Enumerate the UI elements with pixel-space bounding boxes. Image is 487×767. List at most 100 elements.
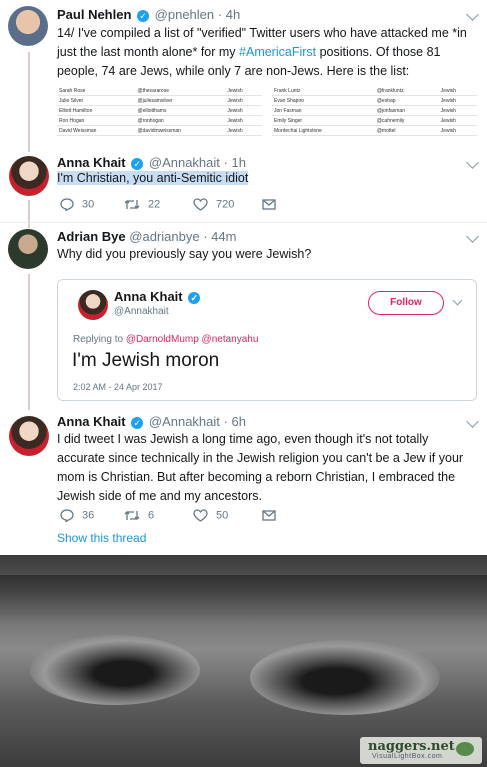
retweet-count: 6 xyxy=(148,509,155,522)
table-row: Julie Silver @juliesamsilver Jewish xyxy=(57,95,262,106)
tweet-time[interactable]: 4h xyxy=(226,7,240,22)
replying-to: Replying to @DarnoldMump @netanyahu xyxy=(73,334,258,345)
watermark-subtext: VisualLightBox.com xyxy=(372,753,443,760)
quoted-tweet-card[interactable]: Anna Khait ✓ @Annakhait Follow Replying … xyxy=(57,279,477,401)
author-name[interactable]: Anna Khait xyxy=(57,414,126,429)
chevron-down-icon[interactable] xyxy=(466,156,479,169)
table-row: Emily Singer @cahnemily Jewish xyxy=(272,115,477,126)
quoted-author: Anna Khait ✓ xyxy=(114,289,202,304)
retweet-button[interactable]: 22 xyxy=(124,198,160,211)
separator-dot: · xyxy=(223,414,228,429)
avatar xyxy=(78,290,108,320)
reply-button[interactable]: 30 xyxy=(60,198,94,212)
tweet-header: Adrian Bye @adrianbye · 44m xyxy=(57,229,236,244)
tweet-time[interactable]: 1h xyxy=(232,155,246,170)
heart-icon xyxy=(193,509,208,522)
avatar[interactable] xyxy=(9,416,49,456)
table-cell: David Weissman xyxy=(57,125,136,136)
table-cell: @frankluntz xyxy=(374,86,439,96)
like-button[interactable]: 720 xyxy=(193,198,234,211)
heart-icon xyxy=(193,198,208,211)
tweet-anna-khait-explanation[interactable]: Anna Khait ✓ @Annakhait · 6h I did tweet… xyxy=(0,410,487,555)
author-name[interactable]: Paul Nehlen xyxy=(57,7,131,22)
chevron-down-icon[interactable] xyxy=(452,295,463,306)
table-cell: @cahnemily xyxy=(374,115,439,126)
table-cell: Elliott Hamilton xyxy=(57,105,136,116)
chevron-down-icon[interactable] xyxy=(466,415,479,428)
verified-icon: ✓ xyxy=(137,9,150,22)
table-cell: Jewish xyxy=(225,95,262,106)
follow-button[interactable]: Follow xyxy=(368,291,444,315)
author-name[interactable]: Anna Khait xyxy=(57,155,126,170)
tweet-text: Why did you previously say you were Jewi… xyxy=(57,247,312,261)
quoted-author-name: Anna Khait xyxy=(114,289,183,304)
like-button[interactable]: 50 xyxy=(193,509,228,522)
table-cell: Frank Luntz xyxy=(272,86,375,96)
highlighted-text: I'm Christian, you anti-Semitic idiot xyxy=(57,171,249,185)
tweet-time[interactable]: 6h xyxy=(232,414,246,429)
tweet-actions: 30 22 720 xyxy=(60,198,300,212)
reply-icon xyxy=(60,509,74,523)
chevron-down-icon[interactable] xyxy=(466,8,479,21)
table-cell: Mordechai Lightstone xyxy=(272,125,375,136)
brow-shadow xyxy=(0,575,487,625)
table-cell: Jewish xyxy=(438,95,477,106)
reply-count: 36 xyxy=(82,509,95,522)
table-row: Jon Fasman @jonfasman Jewish xyxy=(272,105,477,116)
table-cell: Jewish xyxy=(225,125,262,136)
table-cell: @ronhogan xyxy=(135,115,226,126)
table-cell: @juliesamsilver xyxy=(135,95,226,106)
retweet-icon xyxy=(124,200,140,209)
separator-dot: · xyxy=(203,229,208,244)
table-cell: @eshap xyxy=(374,95,439,106)
verified-icon: ✓ xyxy=(131,416,144,429)
author-handle[interactable]: @pnehlen xyxy=(155,7,214,22)
table-cell: Sarah Rose xyxy=(57,86,136,96)
eye-right xyxy=(250,640,440,715)
author-handle[interactable]: @Annakhait xyxy=(149,414,220,429)
tweet-time[interactable]: 44m xyxy=(211,229,236,244)
avatar[interactable] xyxy=(8,6,48,46)
message-button[interactable] xyxy=(262,198,284,210)
table-cell: Jewish xyxy=(438,86,477,96)
table-cell: Jewish xyxy=(225,115,262,126)
author-handle[interactable]: @adrianbye xyxy=(129,229,199,244)
table-row: Ron Hogan @ronhogan Jewish xyxy=(57,115,262,126)
message-button[interactable] xyxy=(262,509,284,521)
show-thread-link[interactable]: Show this thread xyxy=(57,531,146,545)
watermark-text: naggers.net xyxy=(368,739,455,754)
table-cell: Evan Shapiro xyxy=(272,95,375,106)
blurred-eyes-photo xyxy=(0,555,487,767)
tweet-header: Anna Khait ✓ @Annakhait · 1h xyxy=(57,155,246,170)
eye-left xyxy=(30,635,200,705)
like-count: 50 xyxy=(216,509,229,522)
replying-prefix: Replying to xyxy=(73,334,126,345)
separator-dot: · xyxy=(223,155,228,170)
quoted-timestamp: 2:02 AM - 24 Apr 2017 xyxy=(73,382,163,392)
reply-button[interactable]: 36 xyxy=(60,509,95,523)
table-cell: Jewish xyxy=(438,105,477,116)
retweet-button[interactable]: 6 xyxy=(124,509,154,522)
reply-icon xyxy=(60,198,74,212)
table-row: Evan Shapiro @eshap Jewish xyxy=(272,95,477,106)
tweet-header: Anna Khait ✓ @Annakhait · 6h xyxy=(57,414,246,429)
avatar[interactable] xyxy=(9,156,49,196)
attacker-list-right: Frank Luntz @frankluntz Jewish Evan Shapir… xyxy=(272,86,477,136)
verified-icon: ✓ xyxy=(131,157,144,170)
author-handle[interactable]: @Annakhait xyxy=(149,155,220,170)
tweet-paul-nehlen[interactable]: Paul Nehlen ✓ @pnehlen · 4h 14/ I've com… xyxy=(0,0,487,150)
table-cell: Jewish xyxy=(438,115,477,126)
avatar[interactable] xyxy=(8,229,48,269)
table-cell: Jewish xyxy=(225,86,262,96)
table-row: David Weissman @davidmweissman Jewish xyxy=(57,125,262,136)
tweet-anna-khait-reply[interactable]: Anna Khait ✓ @Annakhait · 1h I'm Christi… xyxy=(0,150,487,218)
quoted-handle: @Annakhait xyxy=(114,306,169,317)
hashtag-link[interactable]: #AmericaFirst xyxy=(239,45,316,59)
frog-logo-icon xyxy=(456,742,474,756)
tweet-header: Paul Nehlen ✓ @pnehlen · 4h xyxy=(57,7,240,22)
mention-links[interactable]: @DarnoldMump @netanyahu xyxy=(126,334,259,345)
chevron-down-icon[interactable] xyxy=(466,230,479,243)
table-row: Elliott Hamilton @elliotthams Jewish xyxy=(57,105,262,116)
table-cell: Emily Singer xyxy=(272,115,375,126)
author-name[interactable]: Adrian Bye xyxy=(57,229,126,244)
